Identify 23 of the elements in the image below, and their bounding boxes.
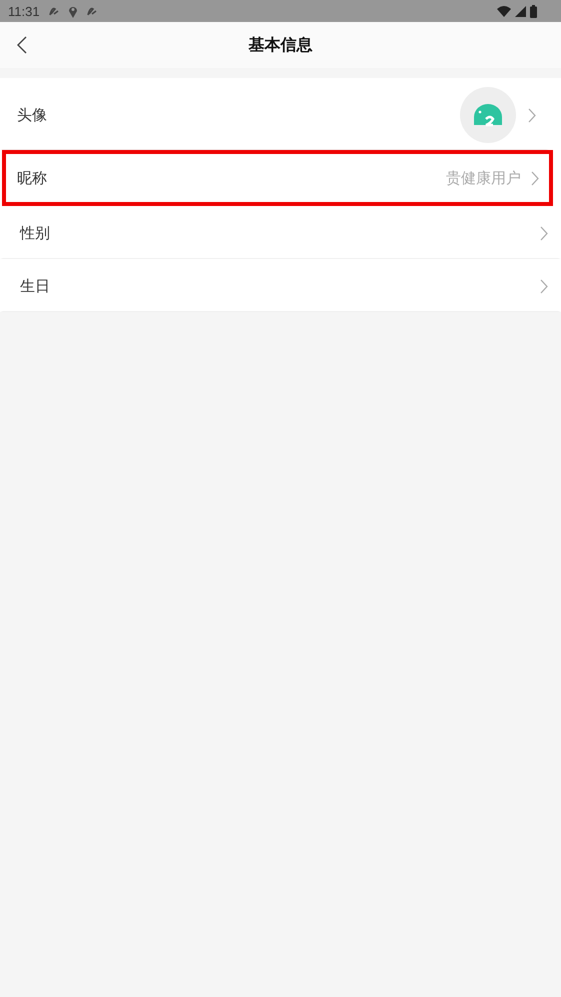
chevron-icon [540, 279, 548, 294]
page-title: 基本信息 [248, 34, 312, 56]
row-label: 头像 [17, 106, 47, 124]
notification-icon [48, 5, 60, 17]
location-icon [68, 4, 78, 18]
chevron-icon [540, 226, 548, 241]
settings-row[interactable]: 昵称 贵健康用户 [2, 150, 553, 206]
battery-icon [530, 4, 537, 18]
row-label: 昵称 [17, 168, 47, 188]
chevron-icon [528, 108, 536, 122]
row-label: 生日 [20, 277, 50, 296]
status-time: 11:31 [8, 4, 40, 18]
avatar-icon [460, 87, 516, 143]
chevron-icon [531, 170, 539, 186]
signal-icon [515, 6, 526, 16]
row-value: 贵健康用户 [446, 168, 521, 188]
settings-row[interactable]: 性别 [0, 206, 561, 259]
wifi-icon [497, 6, 511, 16]
back-icon[interactable] [17, 36, 27, 54]
notification-icon [86, 5, 98, 17]
row-label: 性别 [20, 224, 50, 243]
settings-row[interactable]: 头像 [0, 78, 549, 150]
settings-row[interactable]: 生日 [0, 259, 561, 312]
